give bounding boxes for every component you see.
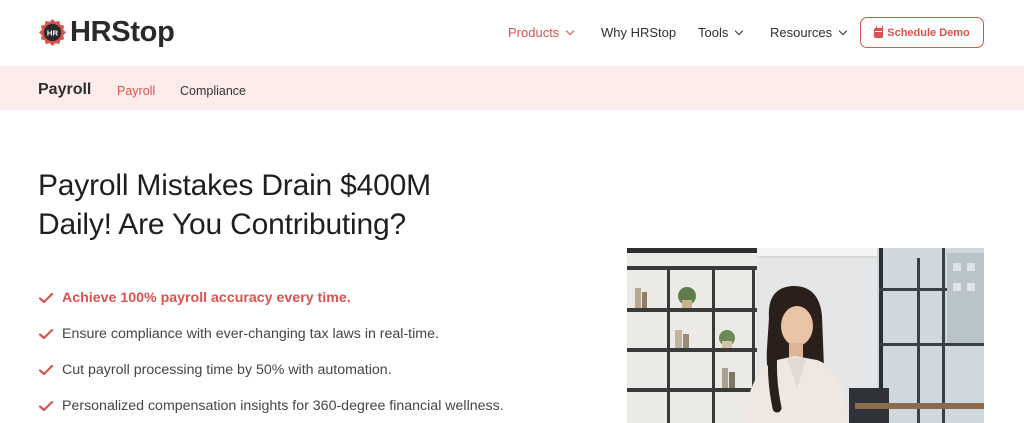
- benefit-text: Ensure compliance with ever-changing tax…: [62, 326, 439, 342]
- checkmark-icon: [38, 364, 54, 376]
- benefit-text: Personalized compensation insights for 3…: [62, 398, 504, 414]
- nav-item-label: Tools: [698, 25, 729, 40]
- hero-headline-line-1: Payroll Mistakes Drain $400M: [38, 169, 431, 202]
- subnav-link-compliance[interactable]: Compliance: [180, 84, 246, 98]
- nav-item-resources[interactable]: Resources: [770, 25, 848, 40]
- subnav-link-payroll[interactable]: Payroll: [117, 84, 155, 98]
- benefit-item: Ensure compliance with ever-changing tax…: [38, 316, 504, 352]
- hero-headline-line-2: Daily! Are You Contributing?: [38, 208, 406, 241]
- checkmark-icon: [38, 292, 54, 304]
- benefit-text: Cut payroll processing time by 50% with …: [62, 362, 392, 378]
- benefit-item: Achieve 100% payroll accuracy every time…: [38, 280, 504, 316]
- subnav-title: Payroll: [38, 81, 92, 98]
- schedule-demo-label: Schedule Demo: [887, 26, 970, 39]
- product-subnav: Payroll Payroll Compliance: [0, 66, 1024, 110]
- hero-headline: Payroll Mistakes Drain $400M Daily! Are …: [38, 166, 558, 244]
- checkmark-icon: [38, 400, 54, 412]
- nav-item-products[interactable]: Products: [508, 25, 575, 40]
- checkmark-icon: [38, 328, 54, 340]
- benefit-item: Personalized compensation insights for 3…: [38, 388, 504, 423]
- site-header: HR HRStop Products Why HRStop Tools Reso…: [0, 0, 1024, 66]
- benefit-list: Achieve 100% payroll accuracy every time…: [38, 280, 504, 423]
- nav-item-label: Why HRStop: [601, 25, 677, 40]
- nav-item-label: Resources: [770, 25, 833, 40]
- logo-badge-text: HR: [47, 28, 59, 37]
- nav-item-tools[interactable]: Tools: [698, 25, 744, 40]
- chevron-down-icon: [735, 26, 744, 35]
- logo-badge-icon: HR: [38, 18, 67, 46]
- hero-photo: [627, 248, 984, 423]
- chevron-down-icon: [838, 26, 848, 35]
- nav-item-why-hrstop[interactable]: Why HRStop: [601, 25, 676, 40]
- chevron-down-icon: [566, 26, 575, 35]
- brand-logo[interactable]: HR HRStop: [38, 16, 175, 48]
- nav-item-label: Products: [508, 25, 560, 40]
- benefit-text: Achieve 100% payroll accuracy every time…: [62, 290, 351, 306]
- office-woman-illustration: [627, 248, 984, 423]
- calendar-icon: [874, 25, 884, 38]
- schedule-demo-button[interactable]: Schedule Demo: [860, 17, 984, 48]
- benefit-item: Cut payroll processing time by 50% with …: [38, 352, 504, 388]
- logo-text: HRStop: [70, 16, 175, 48]
